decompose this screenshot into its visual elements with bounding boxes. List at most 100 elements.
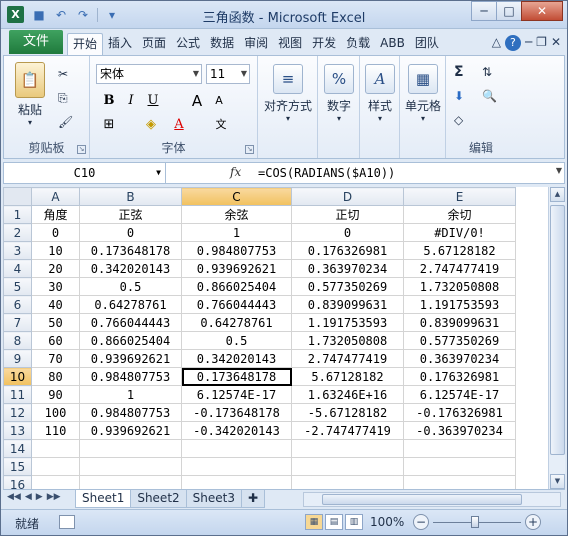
prev-sheet-icon[interactable]: ◀ [25, 492, 32, 502]
cell-e9[interactable]: 0.363970234 [403, 349, 516, 368]
maximize-button[interactable]: □ [496, 1, 522, 21]
row-header[interactable]: 14 [3, 439, 32, 458]
cell-a11[interactable]: 90 [31, 385, 80, 404]
cell-a16[interactable] [31, 475, 80, 489]
tab-home[interactable]: 开始 [67, 33, 104, 55]
cell-c8[interactable]: 0.5 [181, 331, 292, 350]
cell-d13[interactable]: -2.747477419 [291, 421, 404, 440]
format-painter-icon[interactable]: 🖌 [58, 112, 73, 132]
cell-a7[interactable]: 50 [31, 313, 80, 332]
cut-icon[interactable]: ✂ [58, 64, 68, 84]
insert-sheet-icon[interactable]: ✚ [240, 490, 266, 508]
row-header[interactable]: 15 [3, 457, 32, 476]
cell-e10[interactable]: 0.176326981 [403, 367, 516, 386]
cell-e16[interactable] [403, 475, 516, 489]
help-icon[interactable]: ? [504, 35, 521, 51]
select-all-corner[interactable] [3, 187, 32, 206]
cell-b12[interactable]: 0.984807753 [79, 403, 182, 422]
cell-d2[interactable]: 0 [291, 223, 404, 242]
cell-e7[interactable]: 0.839099631 [403, 313, 516, 332]
cell-d12[interactable]: -5.67128182 [291, 403, 404, 422]
tab-load[interactable]: 负载 [341, 33, 375, 55]
cell-c1[interactable]: 余弦 [181, 205, 292, 224]
sheet-tab-sheet1[interactable]: Sheet1 [75, 490, 132, 508]
name-box[interactable]: C10 ▼ [4, 163, 166, 183]
zoom-slider-thumb[interactable] [471, 516, 479, 528]
cell-d1[interactable]: 正切 [291, 205, 404, 224]
sheet-tab-sheet3[interactable]: Sheet3 [185, 490, 242, 508]
cell-d4[interactable]: 0.363970234 [291, 259, 404, 278]
cell-b14[interactable] [79, 439, 182, 458]
column-header-d[interactable]: D [291, 187, 404, 206]
fill-color-icon[interactable]: ◈ [142, 116, 160, 134]
shrink-font-button[interactable]: A [210, 92, 228, 110]
cell-b9[interactable]: 0.939692621 [79, 349, 182, 368]
row-header[interactable]: 12 [3, 403, 32, 422]
cell-e12[interactable]: -0.176326981 [403, 403, 516, 422]
cell-e3[interactable]: 5.67128182 [403, 241, 516, 260]
cell-a8[interactable]: 60 [31, 331, 80, 350]
cells-button[interactable]: ▦ 单元格 ▾ [402, 64, 444, 123]
cell-c9[interactable]: 0.342020143 [181, 349, 292, 368]
cell-c12[interactable]: -0.173648178 [181, 403, 292, 422]
row-header[interactable]: 1 [3, 205, 32, 224]
cell-b16[interactable] [79, 475, 182, 489]
clipboard-dialog-launcher-icon[interactable]: ↘ [77, 145, 86, 154]
cell-a1[interactable]: 角度 [31, 205, 80, 224]
copy-icon[interactable]: ⎘ [58, 88, 68, 108]
sort-filter-icon[interactable]: ⇅ [482, 62, 492, 82]
page-break-view-icon[interactable]: ▥ [345, 514, 363, 530]
cell-d14[interactable] [291, 439, 404, 458]
file-tab[interactable]: 文件 [9, 30, 63, 54]
cell-a3[interactable]: 10 [31, 241, 80, 260]
cell-d8[interactable]: 1.732050808 [291, 331, 404, 350]
cell-d10[interactable]: 5.67128182 [291, 367, 404, 386]
cell-b5[interactable]: 0.5 [79, 277, 182, 296]
column-header-c[interactable]: C [181, 187, 292, 206]
close-button[interactable]: ✕ [521, 1, 563, 21]
cell-e5[interactable]: 1.732050808 [403, 277, 516, 296]
page-layout-view-icon[interactable]: ▤ [325, 514, 343, 530]
cell-c11[interactable]: 6.12574E-17 [181, 385, 292, 404]
cell-c4[interactable]: 0.939692621 [181, 259, 292, 278]
cell-c14[interactable] [181, 439, 292, 458]
cell-b3[interactable]: 0.173648178 [79, 241, 182, 260]
vertical-scroll-thumb[interactable] [550, 205, 565, 455]
doc-close-icon[interactable]: ✕ [551, 35, 561, 51]
cell-e1[interactable]: 余切 [403, 205, 516, 224]
next-sheet-icon[interactable]: ▶ [36, 492, 43, 502]
cell-c7[interactable]: 0.64278761 [181, 313, 292, 332]
macro-record-icon[interactable] [59, 515, 75, 529]
cell-b11[interactable]: 1 [79, 385, 182, 404]
find-select-icon[interactable]: 🔍 [482, 86, 497, 106]
tab-page-layout[interactable]: 页面 [137, 33, 171, 55]
italic-button[interactable]: I [122, 92, 140, 110]
cell-a2[interactable]: 0 [31, 223, 80, 242]
cell-c3[interactable]: 0.984807753 [181, 241, 292, 260]
row-header[interactable]: 10 [3, 367, 32, 386]
tab-insert[interactable]: 插入 [103, 33, 137, 55]
paste-button[interactable]: 📋 粘贴 ▾ [10, 62, 50, 127]
row-header[interactable]: 13 [3, 421, 32, 440]
cell-b15[interactable] [79, 457, 182, 476]
doc-minimize-icon[interactable]: ─ [525, 35, 532, 51]
minimize-button[interactable]: ─ [471, 1, 497, 21]
column-header-b[interactable]: B [79, 187, 182, 206]
vertical-scrollbar[interactable]: ▲ ▼ [548, 187, 565, 489]
underline-button[interactable]: U [144, 92, 162, 110]
tab-team[interactable]: 团队 [410, 33, 444, 55]
number-format-button[interactable]: % 数字 ▾ [320, 64, 358, 123]
sheet-tab-sheet2[interactable]: Sheet2 [130, 490, 187, 508]
doc-restore-icon[interactable]: ❐ [536, 35, 547, 51]
zoom-level[interactable]: 100% [370, 515, 404, 529]
row-header[interactable]: 6 [3, 295, 32, 314]
cell-c10[interactable]: 0.173648178 [181, 367, 292, 386]
tab-formulas[interactable]: 公式 [171, 33, 205, 55]
cell-d15[interactable] [291, 457, 404, 476]
grow-font-button[interactable]: A [188, 92, 206, 110]
font-size-select[interactable]: 11 ▼ [206, 64, 250, 84]
row-header[interactable]: 5 [3, 277, 32, 296]
cell-d7[interactable]: 1.191753593 [291, 313, 404, 332]
tab-abb[interactable]: ABB [375, 33, 410, 55]
last-sheet-icon[interactable]: ▶▶ [47, 492, 61, 502]
